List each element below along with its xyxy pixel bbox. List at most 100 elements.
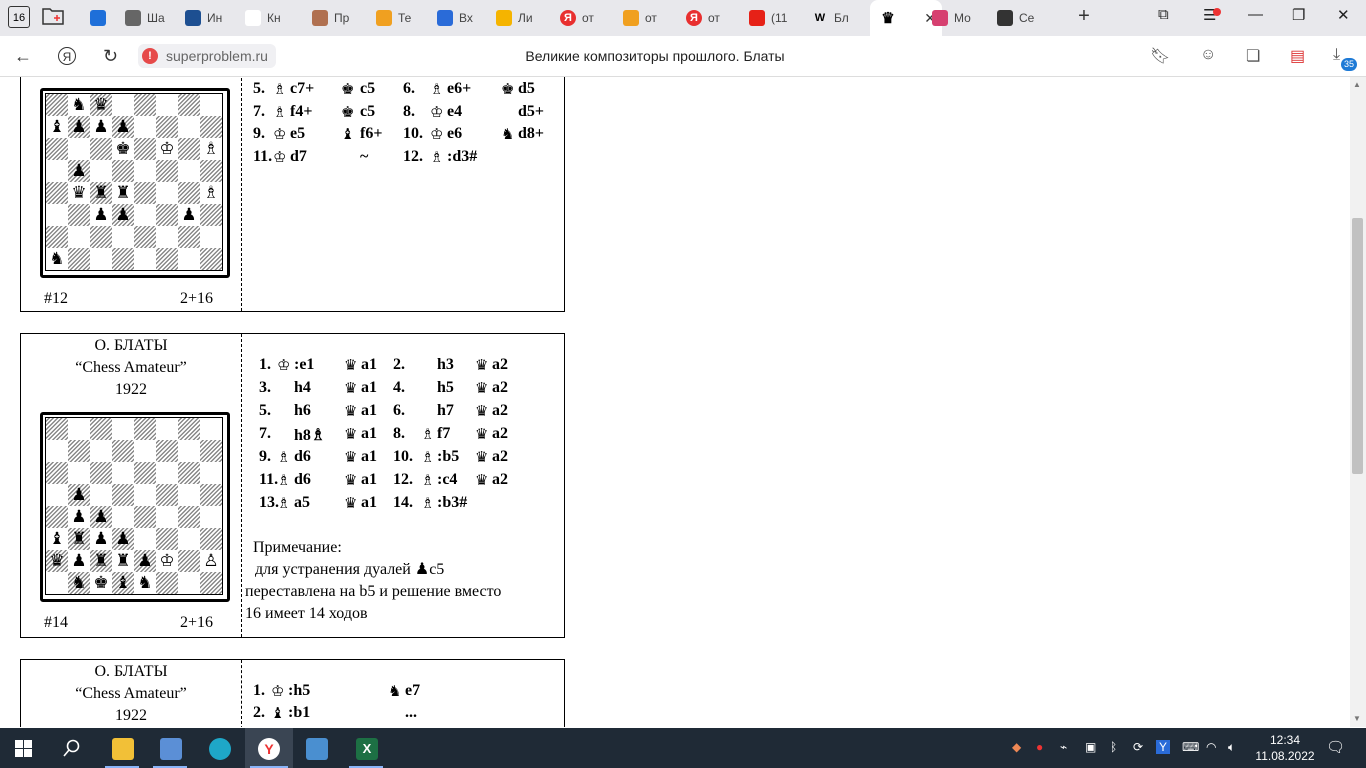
browser-tab[interactable]: Мо (932, 0, 988, 36)
move-text: h4 (294, 379, 311, 396)
scroll-up-icon[interactable]: ▲ (1353, 80, 1361, 89)
move-text: d8+ (518, 125, 545, 142)
tab-label: Мо (954, 11, 971, 25)
move-text: 6. (403, 80, 415, 97)
address-bar: ← Я ↻ ! superproblem.ru Великие композит… (0, 36, 1366, 77)
board-square (156, 484, 178, 506)
move-text: a1 (361, 471, 377, 488)
problem-card-12: ♞ ♛ ♝ ♟ ♟ ♟ ♚ ♔ ♗ ♟ ♛ ♜ ♜ ♗ ♟ ♟ ♟ ♞ #12 2+16 5. ♗ c7+ ♚ c5 6.… (20, 77, 565, 312)
board-square: ♞ (134, 572, 156, 594)
clock[interactable]: 12:34 11.08.2022 (1255, 732, 1315, 764)
tray-keyboard-icon[interactable]: ⌨ (1182, 740, 1199, 754)
move-text: a2 (492, 425, 508, 442)
tab-label: Пр (334, 11, 350, 25)
tray-network-icon[interactable]: ⌁ (1060, 740, 1067, 754)
move-text: h3 (437, 356, 454, 373)
piece-glyph: ♛ (475, 379, 489, 397)
move-text: e7 (405, 682, 421, 699)
browser-tab[interactable]: Ша (125, 0, 181, 36)
excel-icon[interactable]: X (356, 738, 378, 760)
browser-tab[interactable]: Те (376, 0, 432, 36)
downloads-icon[interactable]: ⤓ (1333, 46, 1340, 64)
chess-piece: ♜ (71, 529, 87, 549)
notifications-icon[interactable]: 🗨︎ (1326, 738, 1345, 756)
piece-glyph: ♔ (430, 125, 444, 143)
board-square (68, 204, 90, 226)
author: О. БЛАТЫ (94, 337, 168, 354)
bookmark-icon[interactable]: 🔖︎ (1150, 46, 1170, 66)
chess-piece: ♟ (71, 117, 87, 137)
move-text: c5 (360, 80, 376, 97)
tray-display-icon[interactable]: ▣ (1085, 740, 1096, 754)
tray-app-icon[interactable]: ◆ (1012, 740, 1021, 754)
board-square: ♟ (134, 550, 156, 572)
scrollbar-thumb[interactable] (1352, 218, 1363, 474)
volume-icon[interactable]: 🔈︎ (1228, 740, 1235, 755)
chess-piece: ♜ (93, 183, 109, 203)
browser-tab[interactable]: W Бл (812, 0, 868, 36)
collections-icon[interactable]: ⧉ (1158, 6, 1169, 23)
file-explorer-icon[interactable] (112, 738, 134, 760)
move-text: e4 (447, 102, 463, 120)
search-icon[interactable] (63, 739, 81, 757)
browser-tab[interactable]: Ли (496, 0, 552, 36)
move-text: 11. (259, 471, 279, 488)
piece-glyph: ♛ (344, 379, 358, 397)
chess-piece: ♔ (159, 139, 175, 159)
scroll-down-icon[interactable]: ▼ (1353, 714, 1361, 723)
pdf-extension-icon[interactable]: ▤ (1290, 46, 1305, 66)
browser-tab[interactable]: Яот (560, 0, 616, 36)
move-text: 3. (259, 379, 271, 396)
board-square (156, 116, 178, 138)
browser-tab[interactable]: (11 (749, 0, 805, 36)
board-square (90, 418, 112, 440)
chess-app-icon[interactable] (306, 738, 328, 760)
board-square (112, 418, 134, 440)
note-line: 16 имеет 14 ходов (245, 605, 368, 622)
edge-icon[interactable] (209, 738, 231, 760)
board-square (90, 440, 112, 462)
browser-tab[interactable]: Яот (686, 0, 742, 36)
reader-mode-icon[interactable]: ❏ (1246, 46, 1260, 66)
flower-icon (932, 10, 948, 26)
restore-button[interactable]: ❐ (1292, 6, 1305, 24)
tab-groups-icon[interactable] (42, 6, 64, 26)
move-text: e6 (447, 125, 463, 142)
board-square: ♔ (156, 138, 178, 160)
bluetooth-icon[interactable]: ᛒ (1110, 740, 1117, 754)
close-window-button[interactable]: ✕ (1337, 6, 1350, 24)
chess-piece: ♛ (71, 183, 87, 203)
browser-tab[interactable]: Пр (312, 0, 368, 36)
move-text: ~ (360, 147, 369, 165)
extension-avatar-icon[interactable]: ☺ (1200, 46, 1216, 64)
browser-tab[interactable]: Кн (245, 0, 301, 36)
browser-tab[interactable]: от (623, 0, 679, 36)
board-square: ♛ (90, 94, 112, 116)
chess-piece: ♟ (71, 485, 87, 505)
piece-glyph: ♛ (475, 448, 489, 466)
board-square (134, 116, 156, 138)
wifi-icon[interactable]: ◠ (1206, 740, 1216, 754)
tray-yandex-icon[interactable]: Y (1156, 740, 1171, 754)
chess-board: ♟ ♟ ♟ ♝ ♜ ♟ ♟ ♛ ♟ ♜ ♜ ♟ ♔ ♙ ♞ ♚ ♝ ♞ (40, 412, 230, 602)
board-square (134, 418, 156, 440)
yandex-icon: Я (560, 10, 576, 26)
diagram-column: ♞ ♛ ♝ ♟ ♟ ♟ ♚ ♔ ♗ ♟ ♛ ♜ ♜ ♗ ♟ ♟ ♟ ♞ #12 2+16 (21, 77, 242, 311)
browser-tab[interactable]: Ин (185, 0, 241, 36)
board-square: ♞ (46, 248, 68, 270)
move-text: h8♗ (294, 427, 326, 444)
chess-piece: ♟ (115, 117, 131, 137)
new-tab-button[interactable]: + (1073, 6, 1095, 28)
yandex-browser-icon[interactable]: Y (258, 738, 280, 760)
tab-counter-button[interactable]: 16 (8, 6, 30, 28)
browser-tab[interactable]: Се (997, 0, 1053, 36)
network-admin-icon[interactable] (160, 738, 182, 760)
tray-sync-icon[interactable]: ⟳ (1133, 740, 1143, 754)
minimize-button[interactable]: — (1248, 6, 1263, 23)
browser-tab[interactable]: Вх (437, 0, 493, 36)
windows-start-icon[interactable] (15, 740, 32, 757)
tray-alert-icon[interactable]: ● (1036, 740, 1043, 754)
board-square: ♜ (90, 550, 112, 572)
board-square (178, 484, 200, 506)
board-square (68, 226, 90, 248)
